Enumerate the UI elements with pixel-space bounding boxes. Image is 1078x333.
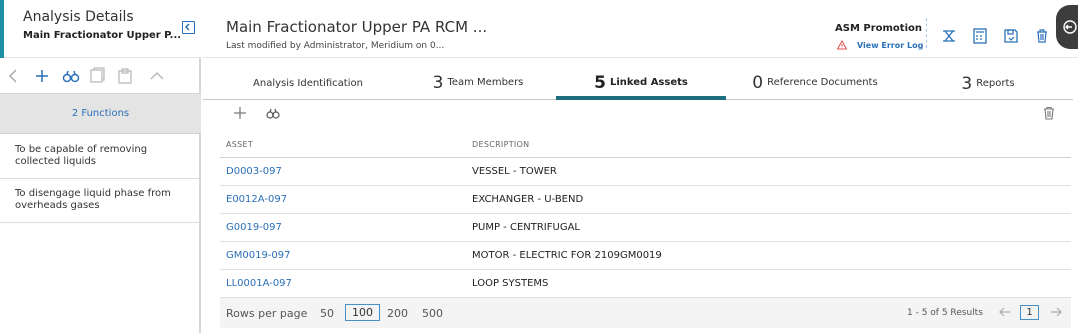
analysis-name: Main Fractionator Upper P... bbox=[23, 30, 182, 41]
asset-link[interactable]: G0019-097 bbox=[226, 222, 282, 233]
rows-option-100[interactable]: 100 bbox=[345, 304, 380, 321]
results-count: 1 - 5 of 5 Results bbox=[907, 308, 983, 318]
accent-bar bbox=[0, 0, 4, 58]
asset-link[interactable]: E0012A-097 bbox=[226, 194, 287, 205]
tab-reference-documents[interactable]: 0 Reference Documents bbox=[730, 58, 900, 100]
chevron-up-icon[interactable] bbox=[147, 66, 167, 86]
tab-label: Linked Assets bbox=[609, 77, 688, 88]
tab-label: Team Members bbox=[447, 77, 524, 88]
copy-icon[interactable] bbox=[87, 66, 107, 86]
table-row[interactable]: LL0001A-097 LOOP SYSTEMS bbox=[220, 270, 1071, 298]
tab-linked-assets[interactable]: 5 Linked Assets bbox=[556, 58, 726, 100]
binoculars-icon[interactable] bbox=[61, 66, 81, 86]
tab-count: 3 bbox=[961, 74, 973, 94]
tab-team-members[interactable]: 3 Team Members bbox=[393, 58, 563, 100]
left-panel-header: Analysis Details Main Fractionator Upper… bbox=[0, 0, 201, 58]
tab-count: 0 bbox=[752, 73, 764, 93]
column-header-description[interactable]: DESCRIPTION bbox=[472, 140, 529, 149]
rows-per-page-label: Rows per page bbox=[226, 307, 308, 320]
rows-option-500[interactable]: 500 bbox=[422, 307, 443, 320]
table-row[interactable]: G0019-097 PUMP - CENTRIFUGAL bbox=[220, 214, 1071, 242]
left-panel: Analysis Details Main Fractionator Upper… bbox=[0, 0, 201, 333]
search-assets-icon[interactable] bbox=[266, 106, 280, 120]
page-title: Main Fractionator Upper PA RCM ... bbox=[226, 18, 488, 36]
prev-page-icon[interactable] bbox=[999, 306, 1011, 318]
calculator-icon[interactable] bbox=[972, 28, 988, 44]
promotion-label: ASM Promotion bbox=[835, 23, 922, 34]
pagination-bar: Rows per page 50 100 200 500 1 - 5 of 5 … bbox=[220, 298, 1071, 328]
tab-reports[interactable]: 3 Reports bbox=[903, 58, 1073, 100]
table-toolbar bbox=[203, 100, 1073, 128]
analysis-header: Main Fractionator Upper PA RCM ... Last … bbox=[203, 0, 1078, 58]
function-item[interactable]: To be capable of removing collected liqu… bbox=[0, 135, 199, 179]
add-icon[interactable] bbox=[32, 66, 52, 86]
asset-description: VESSEL - TOWER bbox=[472, 166, 557, 177]
asm-promote-icon[interactable] bbox=[941, 28, 957, 44]
tab-count: 3 bbox=[432, 73, 444, 93]
table-row[interactable]: E0012A-097 EXCHANGER - U-BEND bbox=[220, 186, 1071, 214]
asset-description: LOOP SYSTEMS bbox=[472, 278, 549, 289]
tab-label: Reports bbox=[976, 78, 1015, 89]
add-asset-icon[interactable] bbox=[233, 106, 247, 120]
tab-bar: Analysis Identification 3 Team Members 5L… bbox=[203, 58, 1073, 100]
delete-icon[interactable] bbox=[1034, 28, 1050, 44]
asset-link[interactable]: GM0019-097 bbox=[226, 250, 291, 261]
view-error-log-link[interactable]: View Error Log bbox=[857, 41, 923, 50]
tab-label: Analysis Identification bbox=[253, 78, 363, 89]
warning-icon bbox=[837, 40, 847, 50]
left-panel-title: Analysis Details bbox=[23, 9, 134, 25]
rows-option-200[interactable]: 200 bbox=[387, 307, 408, 320]
back-icon[interactable] bbox=[4, 66, 24, 86]
exit-icon bbox=[1063, 20, 1077, 34]
tab-analysis-identification[interactable]: Analysis Identification bbox=[223, 58, 393, 100]
table-row[interactable]: D0003-097 VESSEL - TOWER bbox=[220, 158, 1071, 186]
tab-count: 5 bbox=[594, 73, 606, 93]
asset-description: PUMP - CENTRIFUGAL bbox=[472, 222, 580, 233]
delete-row-icon[interactable] bbox=[1042, 106, 1056, 120]
table-header: ASSET DESCRIPTION bbox=[220, 130, 1071, 158]
save-icon[interactable] bbox=[1003, 28, 1019, 44]
rows-option-50[interactable]: 50 bbox=[320, 307, 334, 320]
current-page-input[interactable]: 1 bbox=[1020, 305, 1039, 320]
paste-icon[interactable] bbox=[115, 66, 135, 86]
asset-link[interactable]: D0003-097 bbox=[226, 166, 282, 177]
function-item[interactable]: To disengage liquid phase from overheads… bbox=[0, 179, 199, 223]
side-panel-toggle[interactable] bbox=[1056, 5, 1078, 49]
column-header-asset[interactable]: ASSET bbox=[226, 140, 253, 149]
left-toolbar bbox=[0, 58, 201, 94]
next-page-icon[interactable] bbox=[1050, 306, 1062, 318]
toolbar-divider bbox=[926, 18, 927, 48]
main-content: Main Fractionator Upper PA RCM ... Last … bbox=[203, 0, 1078, 333]
asset-description: MOTOR - ELECTRIC FOR 2109GM0019 bbox=[472, 250, 662, 261]
table-row[interactable]: GM0019-097 MOTOR - ELECTRIC FOR 2109GM00… bbox=[220, 242, 1071, 270]
functions-header[interactable]: 2 Functions bbox=[0, 94, 201, 134]
asset-description: EXCHANGER - U-BEND bbox=[472, 194, 584, 205]
collapse-panel-icon[interactable] bbox=[182, 21, 195, 34]
asset-link[interactable]: LL0001A-097 bbox=[226, 278, 292, 289]
tab-label: Reference Documents bbox=[767, 77, 878, 88]
last-modified-text: Last modified by Administrator, Meridium… bbox=[226, 41, 445, 51]
